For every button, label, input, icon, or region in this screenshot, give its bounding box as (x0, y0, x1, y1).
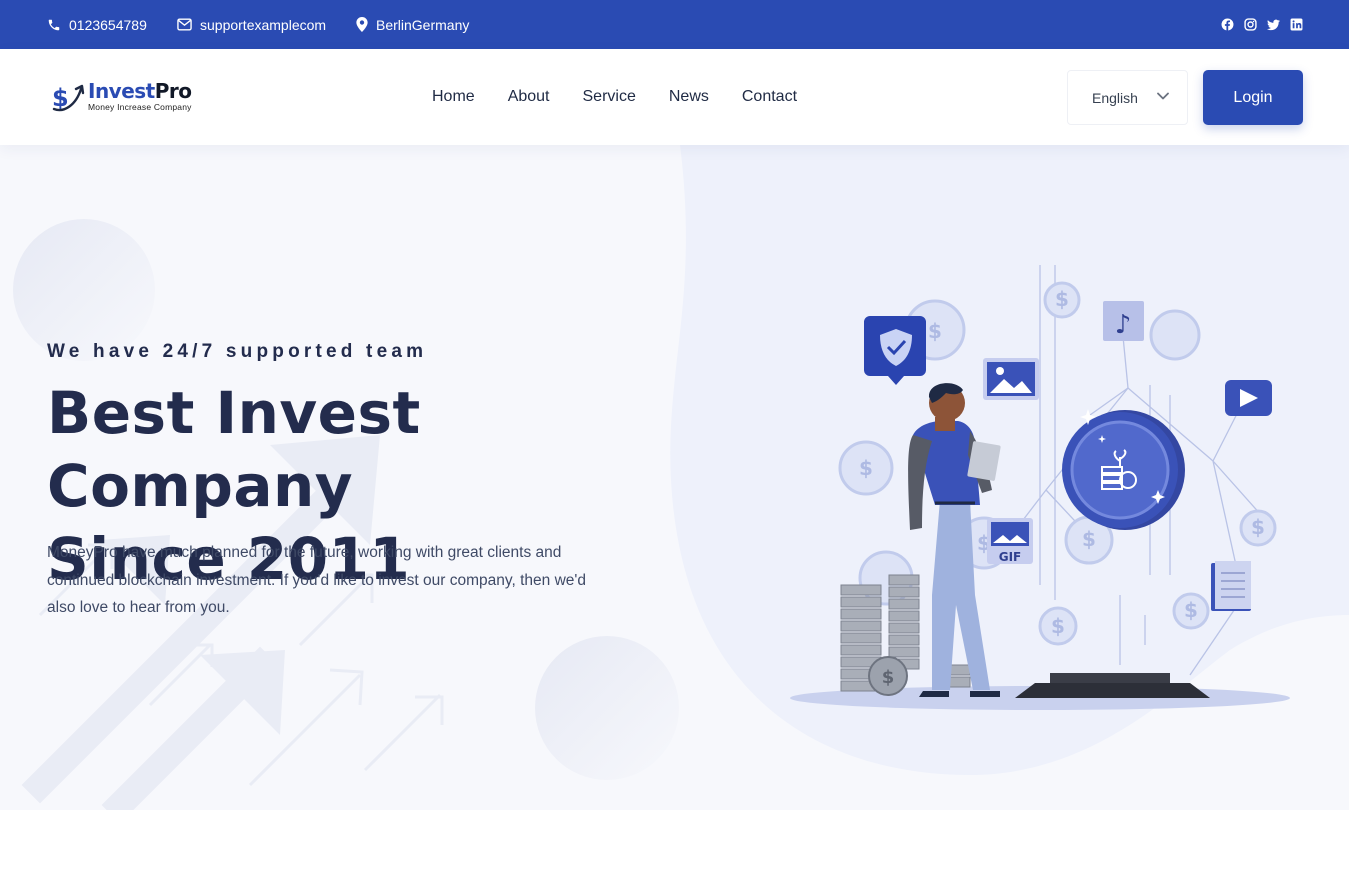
svg-text:$: $ (1082, 527, 1096, 551)
svg-text:$: $ (1184, 598, 1198, 622)
illustration-background (670, 145, 1349, 775)
investment-illustration: $ $ $ $ $ $ $ $ ♪ GIF $ (670, 145, 1349, 775)
gif-badge-text: GIF (999, 550, 1022, 564)
phone-icon (48, 19, 60, 30)
dollar-arrow-icon: $ (50, 79, 86, 113)
nav-service[interactable]: Service (583, 88, 636, 106)
chevron-down-icon (1157, 92, 1169, 100)
location-text: BerlinGermany (376, 16, 470, 33)
brand-logo[interactable]: $ InvestPro Money Increase Company (50, 79, 192, 113)
nav-contact[interactable]: Contact (742, 88, 797, 106)
svg-text:♪: ♪ (1115, 310, 1132, 340)
brand-tagline: Money Increase Company (88, 101, 192, 112)
svg-text:$: $ (1251, 515, 1265, 539)
location-info[interactable]: BerlinGermany (356, 0, 469, 49)
map-pin-icon (356, 17, 368, 32)
hero-subtitle: We have 24/7 supported team (47, 341, 428, 362)
main-header: $ InvestPro Money Increase Company Home … (0, 49, 1349, 145)
linkedin-icon[interactable] (1290, 18, 1303, 31)
brand-name: InvestPro (88, 78, 192, 103)
facebook-icon[interactable] (1221, 18, 1234, 31)
phone-text: 0123654789 (69, 16, 147, 33)
svg-text:$: $ (1055, 287, 1069, 311)
login-button[interactable]: Login (1203, 70, 1303, 125)
instagram-icon[interactable] (1244, 18, 1257, 31)
nav-news[interactable]: News (669, 88, 709, 106)
hero-title-line1: Best Invest Company (47, 379, 421, 520)
main-nav: Home About Service News Contact (432, 49, 830, 145)
email-text: supportexamplecom (200, 16, 327, 33)
svg-text:$: $ (882, 667, 895, 688)
envelope-icon (177, 18, 192, 31)
twitter-icon[interactable] (1267, 18, 1280, 31)
email-info[interactable]: supportexamplecom (177, 0, 326, 49)
hero-section: We have 24/7 supported team Best Invest … (0, 145, 1349, 810)
svg-text:$: $ (1051, 614, 1065, 638)
hero-description: MoneyPro have much planned for the futur… (47, 544, 586, 616)
top-bar: 0123654789 supportexamplecom BerlinGerma… (0, 0, 1349, 49)
nav-about[interactable]: About (508, 88, 550, 106)
svg-text:$: $ (859, 456, 873, 480)
phone-info[interactable]: 0123654789 (47, 0, 147, 49)
social-links (1221, 0, 1303, 49)
svg-text:$: $ (928, 319, 942, 343)
language-selected-value: English (1092, 89, 1138, 106)
language-select[interactable]: English (1067, 70, 1188, 125)
nav-home[interactable]: Home (432, 88, 475, 106)
